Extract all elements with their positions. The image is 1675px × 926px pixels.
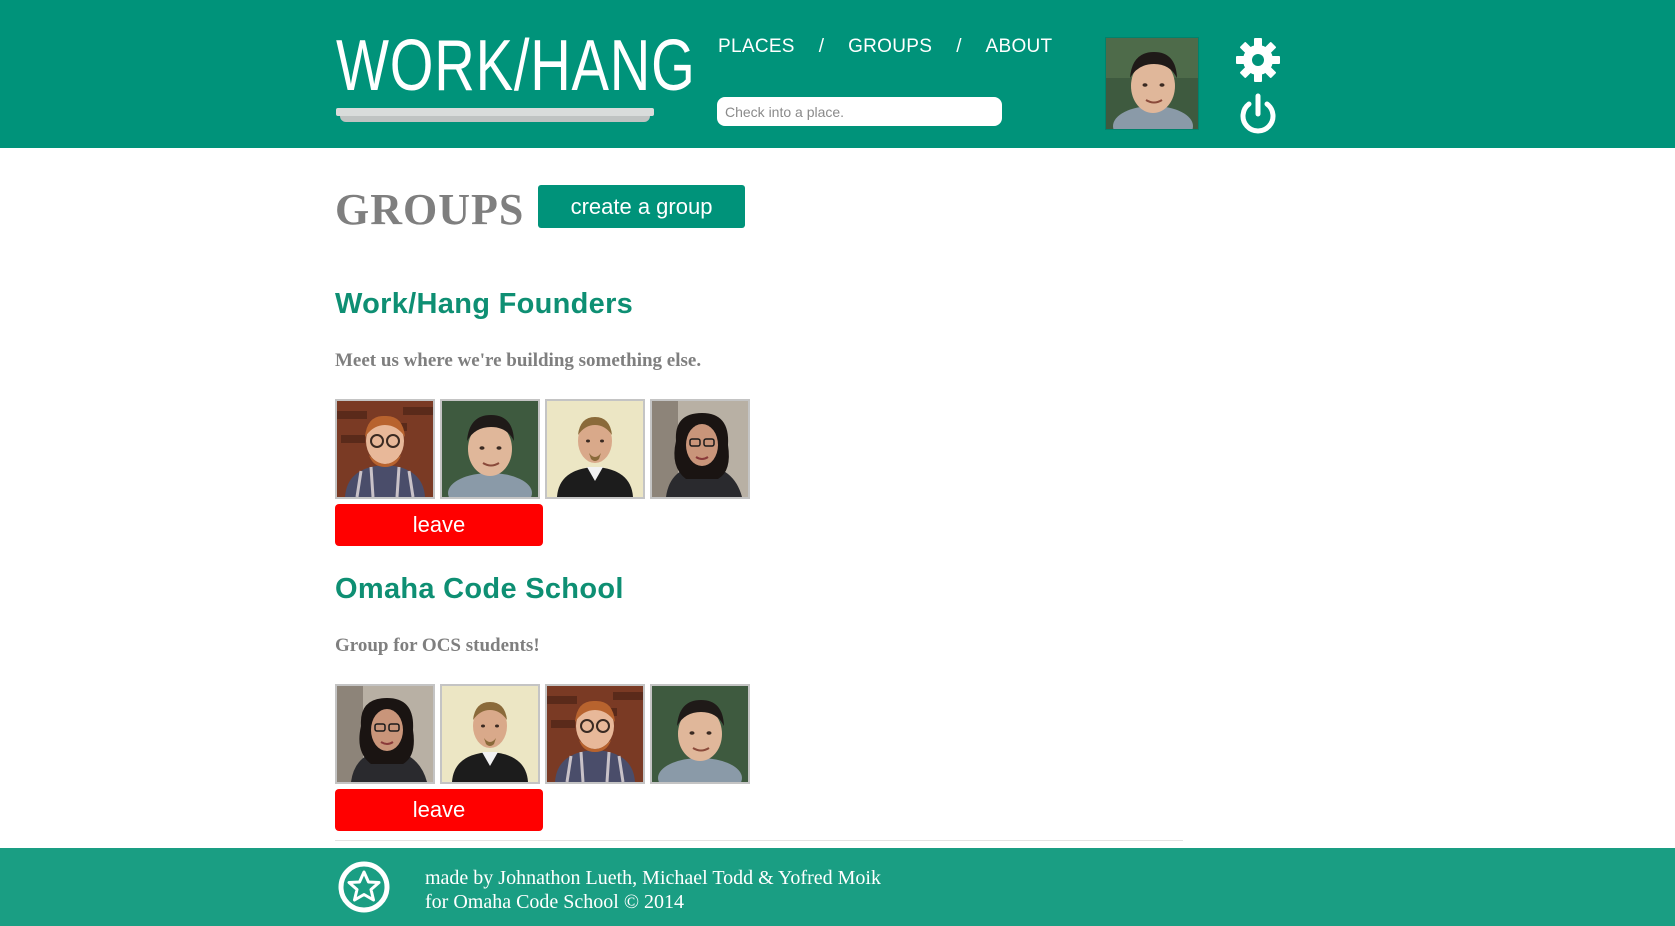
- star-badge-icon: [338, 861, 390, 913]
- avatar-photo-blond-goatee: [442, 686, 538, 782]
- current-user-avatar[interactable]: [1105, 37, 1199, 130]
- site-footer: made by Johnathon Lueth, Michael Todd & …: [0, 848, 1675, 926]
- nav-places[interactable]: PLACES: [718, 36, 795, 58]
- gear-icon[interactable]: [1234, 36, 1282, 84]
- member-avatar[interactable]: [650, 399, 750, 499]
- footer-credits: made by Johnathon Lueth, Michael Todd & …: [425, 866, 881, 914]
- logo-laptop-lid: [336, 108, 654, 116]
- page-title: GROUPS: [335, 185, 525, 234]
- avatar-photo-curly-glasses: [652, 401, 748, 497]
- member-avatar[interactable]: [335, 399, 435, 499]
- avatar-photo-redhead-glasses: [547, 686, 643, 782]
- logo-laptop-base: [340, 116, 650, 122]
- member-avatar[interactable]: [545, 399, 645, 499]
- group-members: [335, 399, 755, 499]
- group-description: Group for OCS students!: [335, 635, 540, 656]
- nav-separator: /: [818, 36, 825, 57]
- leave-group-button[interactable]: leave: [335, 504, 543, 546]
- site-header: WORK/HANG PLACES / GROUPS / ABOUT: [0, 0, 1675, 148]
- checkin-search-input[interactable]: [717, 97, 1002, 126]
- group-name[interactable]: Work/Hang Founders: [335, 288, 935, 321]
- group-members: [335, 684, 755, 784]
- group-card: Omaha Code School Group for OCS students…: [335, 573, 935, 831]
- footer-credits-line1: made by Johnathon Lueth, Michael Todd & …: [425, 867, 881, 889]
- power-icon[interactable]: [1236, 92, 1280, 136]
- logo-text: WORK/HANG: [336, 26, 696, 106]
- nav-groups[interactable]: GROUPS: [848, 36, 932, 58]
- leave-group-button[interactable]: leave: [335, 789, 543, 831]
- footer-divider: [335, 840, 1183, 841]
- nav-separator: /: [956, 36, 962, 57]
- member-avatar[interactable]: [545, 684, 645, 784]
- avatar-photo-curly-glasses: [337, 686, 433, 782]
- nav-about[interactable]: ABOUT: [986, 36, 1053, 58]
- create-group-button[interactable]: create a group: [538, 185, 745, 228]
- member-avatar[interactable]: [440, 399, 540, 499]
- group-name[interactable]: Omaha Code School: [335, 573, 935, 606]
- avatar-photo-redhead-glasses: [337, 401, 433, 497]
- main-nav: PLACES / GROUPS / ABOUT: [718, 36, 1052, 58]
- member-avatar[interactable]: [440, 684, 540, 784]
- member-avatar[interactable]: [650, 684, 750, 784]
- footer-credits-line2: for Omaha Code School © 2014: [425, 891, 685, 913]
- avatar-photo-dark-hair: [652, 686, 748, 782]
- avatar-photo-blond-goatee: [547, 401, 643, 497]
- group-description: Meet us where we're building something e…: [335, 350, 702, 371]
- group-card: Work/Hang Founders Meet us where we're b…: [335, 288, 935, 546]
- avatar-photo-dark-hair: [1106, 38, 1198, 129]
- member-avatar[interactable]: [335, 684, 435, 784]
- workhang-logo[interactable]: WORK/HANG: [336, 4, 695, 130]
- avatar-photo-dark-hair: [442, 401, 538, 497]
